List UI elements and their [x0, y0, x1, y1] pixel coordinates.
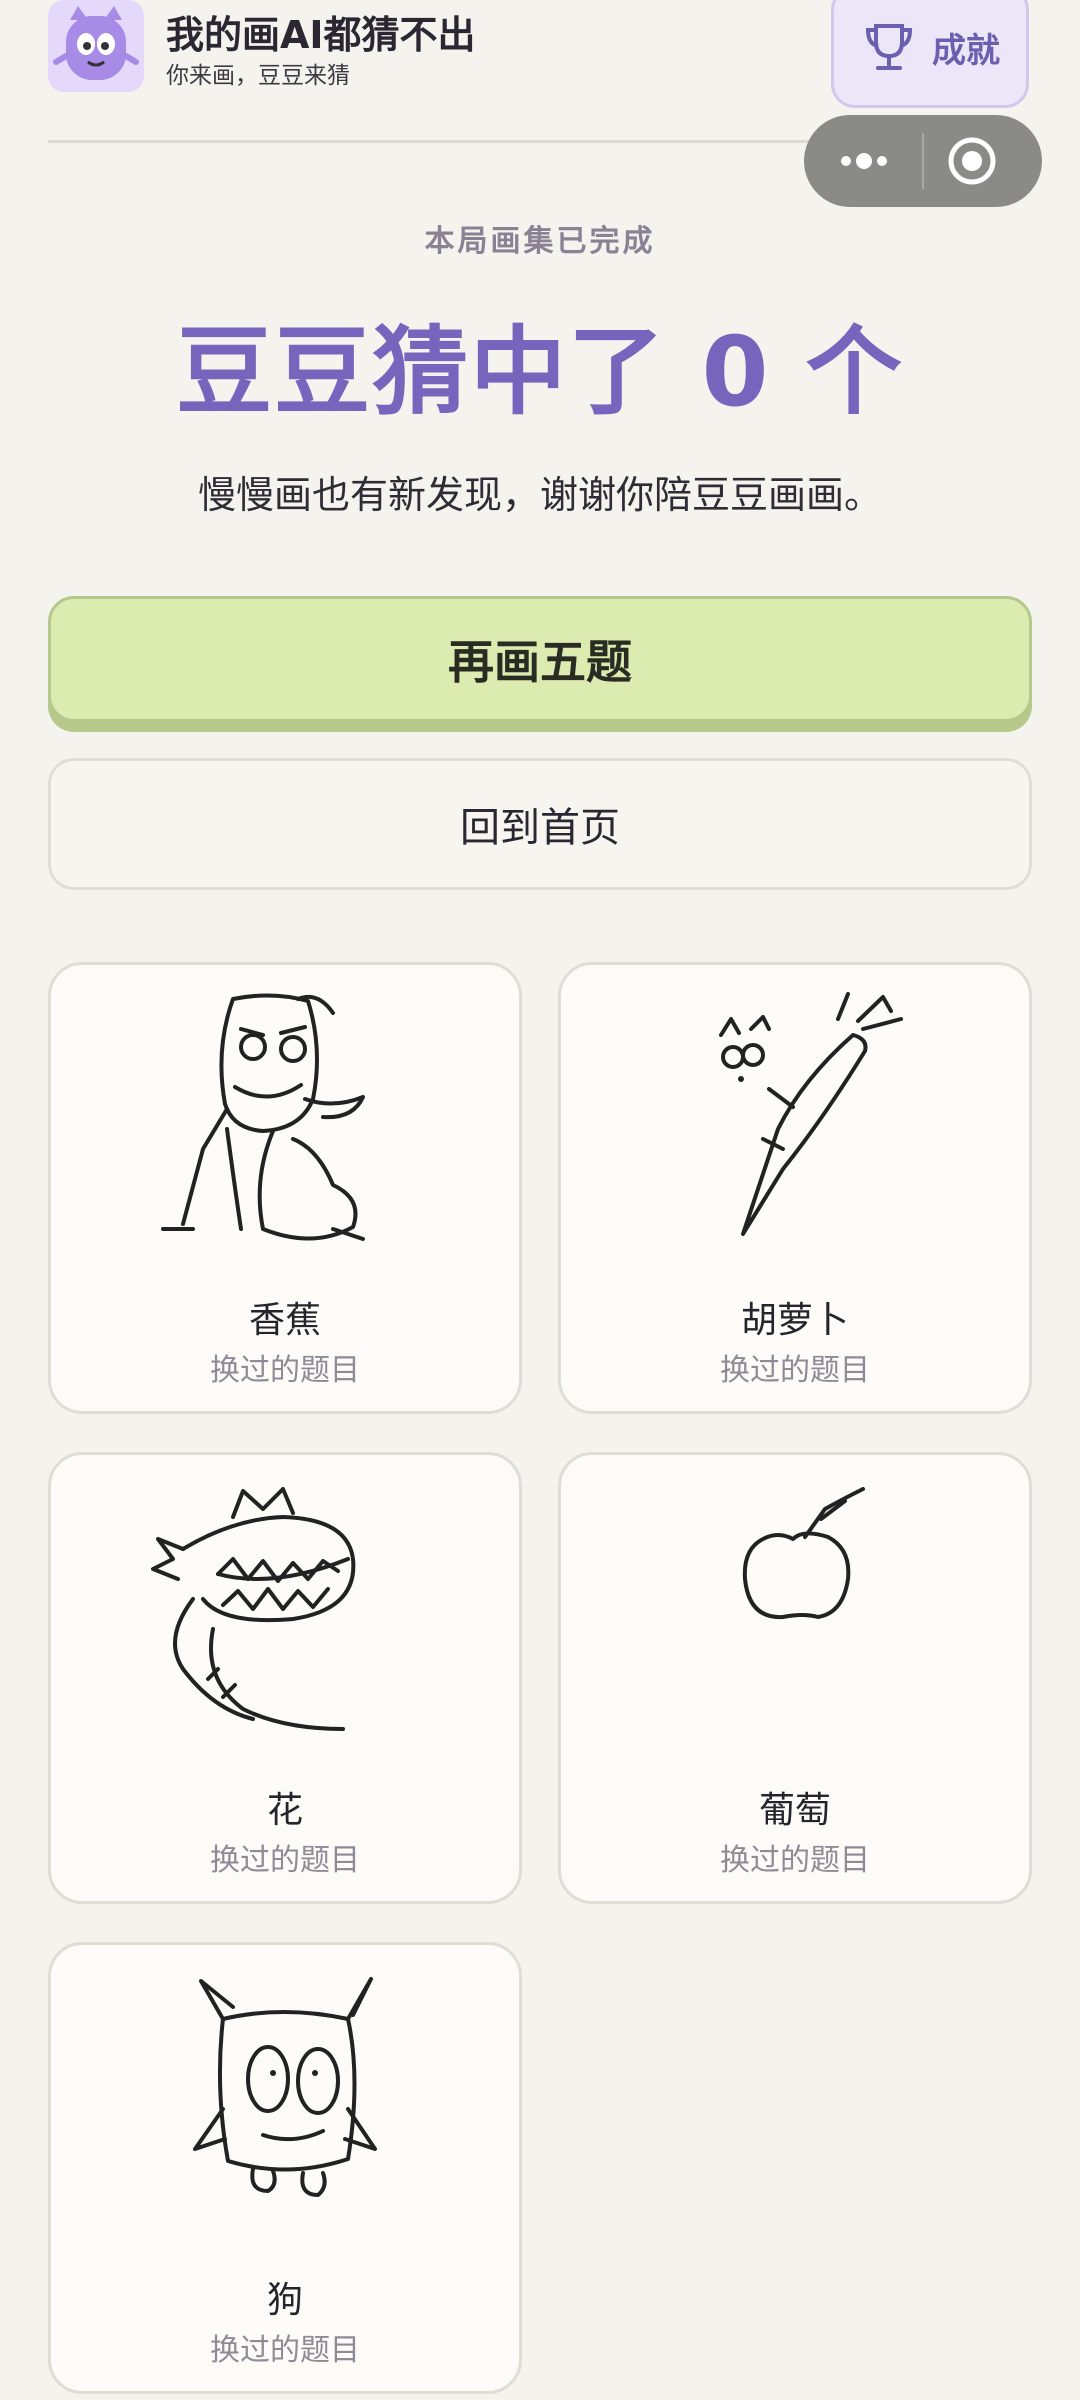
trophy-icon: [865, 24, 913, 70]
carrot-sketch-icon: [719, 992, 903, 1236]
achievements-button[interactable]: 成就: [831, 0, 1029, 108]
drawing-status: 换过的题目: [210, 2333, 360, 2368]
drawing-card[interactable]: 狗 换过的题目: [48, 1942, 522, 2394]
result-title: 豆豆猜中了 0 个: [176, 316, 904, 428]
drawing-card[interactable]: 胡萝卜 换过的题目: [558, 962, 1032, 1414]
monster-sketch-icon: [161, 993, 365, 1241]
drawing-title: 花: [266, 1790, 303, 1831]
drawing-card[interactable]: 花 换过的题目: [48, 1452, 522, 1904]
drawing-card[interactable]: 葡萄 换过的题目: [558, 1452, 1032, 1904]
drawing-status: 换过的题目: [720, 1353, 870, 1388]
app-logo: [48, 0, 144, 92]
mini-program-capsule: [804, 115, 1042, 207]
app-subtitle: 你来画，豆豆来猜: [166, 63, 350, 89]
replay-button[interactable]: 再画五题: [48, 596, 1032, 722]
drawing-title: 香蕉: [248, 1300, 321, 1341]
drawing-status: 换过的题目: [210, 1353, 360, 1388]
apple-sketch-icon: [742, 1487, 865, 1620]
result-message: 慢慢画也有新发现，谢谢你陪豆豆画画。: [197, 473, 882, 517]
more-icon[interactable]: [832, 137, 896, 185]
drawing-card[interactable]: 香蕉 换过的题目: [48, 962, 522, 1414]
drawing-status: 换过的题目: [210, 1843, 360, 1878]
chomper-plant-sketch-icon: [151, 1487, 356, 1731]
horned-monster-sketch-icon: [193, 1977, 377, 2197]
close-target-icon[interactable]: [946, 135, 998, 187]
app-title: 我的画AI都猜不出: [166, 13, 476, 57]
drawing-status: 换过的题目: [720, 1843, 870, 1878]
capsule-divider: [922, 133, 924, 189]
drawing-title: 狗: [266, 2280, 303, 2321]
achievements-label: 成就: [932, 30, 1000, 71]
drawing-title: 胡萝卜: [740, 1300, 849, 1341]
round-complete-label: 本局画集已完成: [424, 224, 656, 259]
drawing-title: 葡萄: [758, 1790, 831, 1831]
home-button[interactable]: 回到首页: [48, 758, 1032, 890]
